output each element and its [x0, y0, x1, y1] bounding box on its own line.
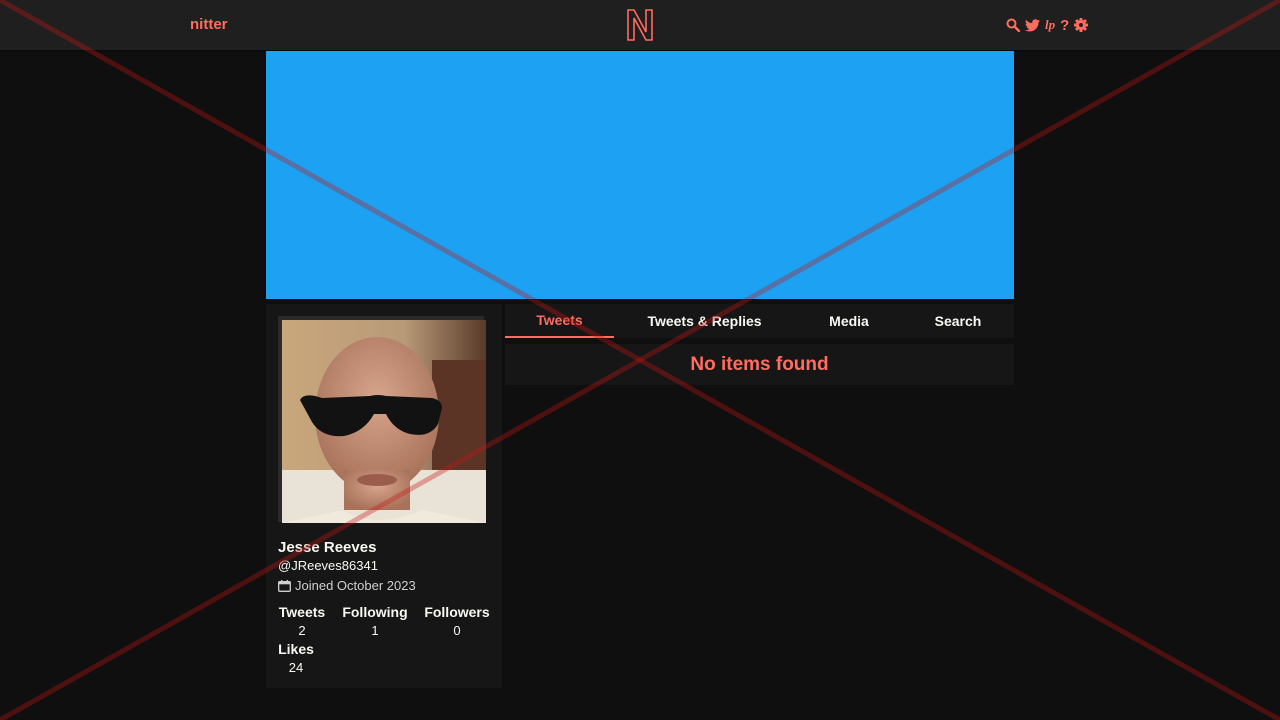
- search-icon[interactable]: [1006, 18, 1020, 32]
- stat-tweets-value: 2: [298, 623, 306, 638]
- stat-followers[interactable]: Followers 0: [422, 604, 492, 638]
- profile-fullname[interactable]: Jesse Reeves: [278, 539, 376, 556]
- lp-icon[interactable]: lp: [1045, 17, 1055, 33]
- tab-tweets[interactable]: Tweets: [505, 304, 614, 338]
- tab-tweets-replies[interactable]: Tweets & Replies: [636, 304, 773, 338]
- stat-likes[interactable]: Likes 24: [277, 641, 315, 675]
- joindate-label: Joined October 2023: [295, 578, 416, 593]
- help-icon[interactable]: ?: [1060, 17, 1069, 34]
- tab-search[interactable]: Search: [913, 304, 1003, 338]
- nav-icons: lp ?: [1006, 16, 1089, 34]
- tab-media[interactable]: Media: [805, 304, 893, 338]
- stat-following-value: 1: [371, 623, 379, 638]
- twitter-bird-icon[interactable]: [1025, 18, 1040, 32]
- nitter-logo-icon[interactable]: [625, 8, 655, 42]
- no-items-message: No items found: [690, 353, 829, 375]
- profile-joindate: Joined October 2023: [278, 578, 416, 593]
- profile-username[interactable]: @JReeves86341: [278, 558, 378, 573]
- avatar[interactable]: [282, 320, 486, 523]
- brand-link[interactable]: nitter: [190, 16, 228, 33]
- stat-tweets[interactable]: Tweets 2: [278, 604, 326, 638]
- stat-following[interactable]: Following 1: [340, 604, 410, 638]
- stat-following-label: Following: [342, 604, 408, 620]
- gear-icon[interactable]: [1074, 18, 1089, 32]
- profile-card: Jesse Reeves @JReeves86341 Joined Octobe…: [266, 304, 502, 688]
- stat-likes-value: 24: [288, 660, 304, 675]
- stat-tweets-label: Tweets: [278, 604, 326, 620]
- stat-followers-label: Followers: [424, 604, 490, 620]
- stat-followers-value: 0: [453, 623, 461, 638]
- navbar: nitter lp ?: [0, 0, 1280, 50]
- timeline: No items found: [505, 344, 1014, 385]
- calendar-icon: [278, 579, 291, 592]
- avatar-frame: [278, 316, 486, 523]
- profile-banner[interactable]: [266, 51, 1014, 299]
- timeline-tabs: Tweets Tweets & Replies Media Search: [505, 304, 1014, 338]
- stat-likes-label: Likes: [278, 641, 314, 657]
